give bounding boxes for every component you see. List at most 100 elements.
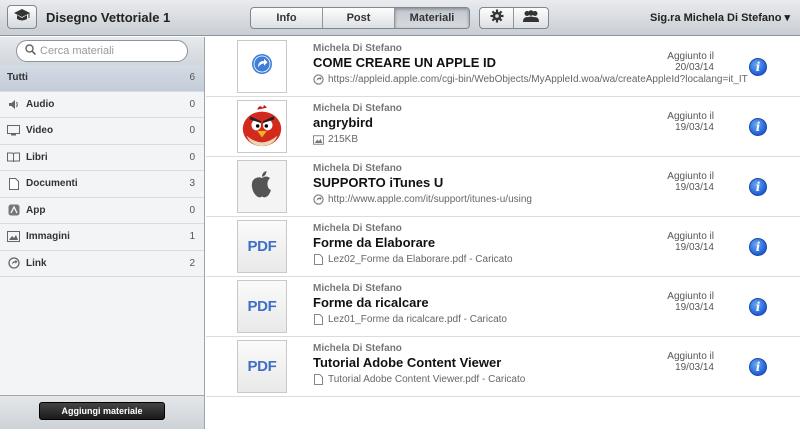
link-icon <box>7 257 20 269</box>
document-icon <box>313 374 324 385</box>
tool-buttons <box>479 7 549 29</box>
material-author: Michela Di Stefano <box>313 43 402 54</box>
info-button[interactable]: i <box>749 178 767 196</box>
sidebar-item-count: 6 <box>189 72 195 84</box>
info-icon: i <box>755 60 761 74</box>
sidebar-item-label: Tutti <box>7 72 28 84</box>
sidebar-item-immagini[interactable]: Immagini 1 <box>0 224 204 251</box>
added-label: Aggiunto il <box>667 51 714 62</box>
tab-materiali[interactable]: Materiali <box>395 8 469 28</box>
sidebar-item-label: Immagini <box>26 231 70 243</box>
settings-button[interactable] <box>480 8 514 28</box>
material-title[interactable]: Forme da Elaborare <box>313 235 435 250</box>
material-title[interactable]: Tutorial Adobe Content Viewer <box>313 355 501 370</box>
material-subtitle: https://appleid.apple.com/cgi-bin/WebObj… <box>313 74 748 85</box>
people-icon <box>522 9 540 27</box>
link-thumbnail <box>237 40 287 93</box>
sidebar-footer: Aggiungi materiale <box>0 395 204 429</box>
sidebar-item-label: Link <box>26 257 47 269</box>
add-material-button[interactable]: Aggiungi materiale <box>39 402 165 420</box>
added-label: Aggiunto il <box>667 111 714 122</box>
search-bar: Cerca materiali <box>0 37 204 65</box>
material-author: Michela Di Stefano <box>313 283 402 294</box>
material-title[interactable]: Forme da ricalcare <box>313 295 429 310</box>
material-author: Michela Di Stefano <box>313 343 402 354</box>
sidebar-item-label: Libri <box>26 151 48 163</box>
material-subtitle: Lez02_Forme da Elaborare.pdf - Caricato <box>313 254 513 265</box>
material-subtitle: 215KB <box>313 134 358 145</box>
sidebar-item-video[interactable]: Video 0 <box>0 118 204 145</box>
material-subtitle: http://www.apple.com/it/support/itunes-u… <box>313 194 532 205</box>
added-date: 19/03/14 <box>675 182 714 193</box>
info-button[interactable]: i <box>749 58 767 76</box>
list-item[interactable]: Michela Di Stefano angrybird 215KB Aggiu… <box>206 97 800 157</box>
book-icon <box>7 151 20 163</box>
course-menu-button[interactable] <box>7 5 37 29</box>
tab-info[interactable]: Info <box>251 8 323 28</box>
material-date: Aggiunto il 19/03/14 <box>667 111 714 133</box>
material-title[interactable]: COME CREARE UN APPLE ID <box>313 55 496 70</box>
added-label: Aggiunto il <box>667 351 714 362</box>
material-url[interactable]: http://www.apple.com/it/support/itunes-u… <box>328 194 532 205</box>
list-item[interactable]: Michela Di Stefano SUPPORTO iTunes U htt… <box>206 157 800 217</box>
added-date: 20/03/14 <box>675 62 714 73</box>
link-icon <box>313 194 324 205</box>
graduation-cap-icon <box>13 8 31 27</box>
sidebar-item-label: Audio <box>26 98 55 110</box>
apple-logo-icon <box>249 169 275 204</box>
info-button[interactable]: i <box>749 298 767 316</box>
material-date: Aggiunto il 20/03/14 <box>667 51 714 73</box>
material-date: Aggiunto il 19/03/14 <box>667 171 714 193</box>
angrybird-image <box>237 100 287 153</box>
material-url[interactable]: https://appleid.apple.com/cgi-bin/WebObj… <box>328 74 748 85</box>
search-placeholder: Cerca materiali <box>40 45 114 57</box>
sidebar-item-audio[interactable]: Audio 0 <box>0 92 204 118</box>
course-title: Disegno Vettoriale 1 <box>46 10 171 25</box>
pdf-thumbnail: PDF <box>237 280 287 333</box>
participants-button[interactable] <box>514 8 548 28</box>
sidebar-item-count: 2 <box>189 257 195 269</box>
image-icon <box>7 231 20 243</box>
user-menu[interactable]: Sig.ra Michela Di Stefano ▾ <box>650 11 790 24</box>
search-icon <box>25 42 37 60</box>
pdf-icon: PDF <box>247 238 277 255</box>
gear-icon <box>490 9 504 28</box>
info-icon: i <box>755 180 761 194</box>
pdf-thumbnail: PDF <box>237 340 287 393</box>
added-date: 19/03/14 <box>675 242 714 253</box>
material-title[interactable]: angrybird <box>313 115 373 130</box>
added-label: Aggiunto il <box>667 291 714 302</box>
section-tabs: Info Post Materiali <box>250 7 470 29</box>
list-item[interactable]: Michela Di Stefano COME CREARE UN APPLE … <box>206 37 800 97</box>
top-bar: Disegno Vettoriale 1 Info Post Materiali… <box>0 0 800 36</box>
material-date: Aggiunto il 19/03/14 <box>667 231 714 253</box>
sidebar-item-count: 0 <box>189 151 195 163</box>
monitor-icon <box>7 125 20 137</box>
sidebar-item-tutti[interactable]: Tutti 6 <box>0 65 204 92</box>
document-icon <box>313 314 324 325</box>
info-icon: i <box>755 360 761 374</box>
link-icon <box>251 53 273 80</box>
file-name: Tutorial Adobe Content Viewer.pdf - Cari… <box>328 374 526 385</box>
sidebar-item-documenti[interactable]: Documenti 3 <box>0 171 204 198</box>
sidebar-item-count: 0 <box>189 98 195 110</box>
tab-post[interactable]: Post <box>323 8 395 28</box>
sidebar-item-link[interactable]: Link 2 <box>0 251 204 277</box>
list-item[interactable]: PDF Michela Di Stefano Tutorial Adobe Co… <box>206 337 800 397</box>
added-label: Aggiunto il <box>667 231 714 242</box>
sidebar-item-app[interactable]: App 0 <box>0 198 204 224</box>
material-title[interactable]: SUPPORTO iTunes U <box>313 175 443 190</box>
list-item[interactable]: PDF Michela Di Stefano Forme da ricalcar… <box>206 277 800 337</box>
sidebar: Cerca materiali Tutti 6 Audio 0 Video 0 … <box>0 37 205 429</box>
info-button[interactable]: i <box>749 238 767 256</box>
link-icon <box>313 74 324 85</box>
added-label: Aggiunto il <box>667 171 714 182</box>
file-size: 215KB <box>328 134 359 145</box>
list-item[interactable]: PDF Michela Di Stefano Forme da Elaborar… <box>206 217 800 277</box>
sidebar-item-libri[interactable]: Libri 0 <box>0 145 204 171</box>
info-button[interactable]: i <box>749 358 767 376</box>
material-subtitle: Tutorial Adobe Content Viewer.pdf - Cari… <box>313 374 525 385</box>
search-input[interactable]: Cerca materiali <box>16 40 188 62</box>
info-button[interactable]: i <box>749 118 767 136</box>
apple-logo-thumbnail <box>237 160 287 213</box>
